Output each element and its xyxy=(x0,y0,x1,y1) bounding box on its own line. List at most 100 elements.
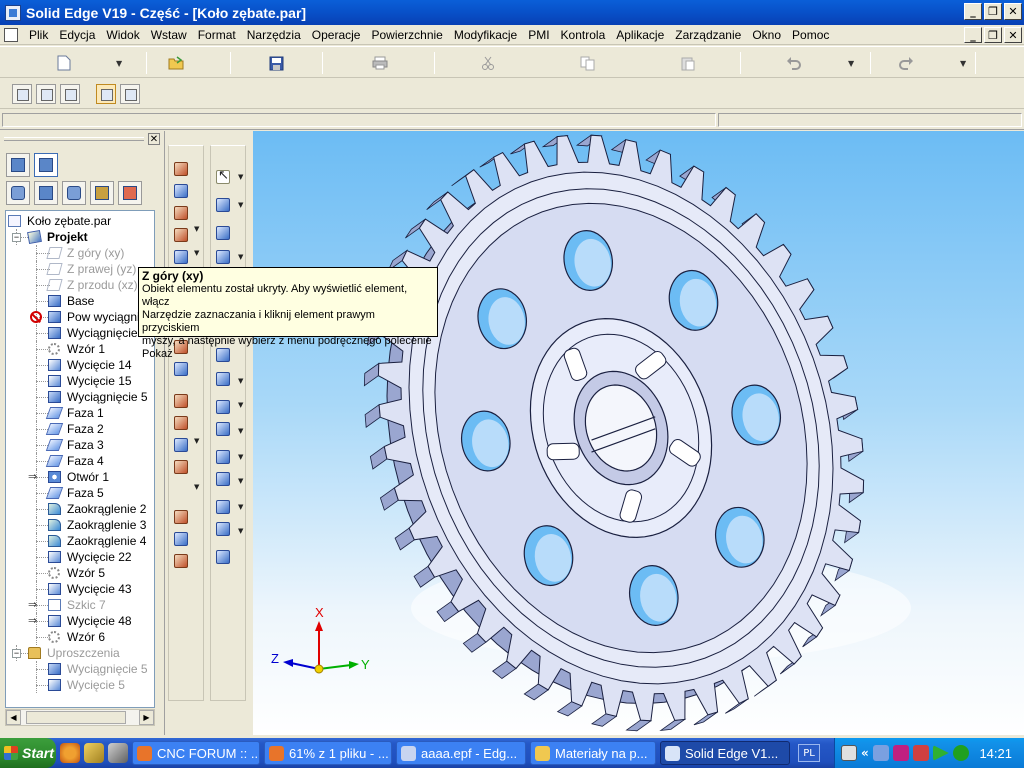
feature-tool-icon[interactable] xyxy=(214,449,232,465)
tree-item[interactable]: Pow wyciągnięcia xyxy=(6,309,154,325)
tool-dropdown-icon[interactable]: ▼ xyxy=(238,253,243,261)
undo-dropdown-icon[interactable]: ▼ xyxy=(848,59,854,68)
feature-tool-icon[interactable] xyxy=(214,499,232,515)
taskbar-task-button[interactable]: Materiały na p... xyxy=(530,741,656,765)
start-button[interactable]: Start xyxy=(0,738,56,768)
tool-dropdown-icon[interactable]: ▼ xyxy=(238,173,243,181)
feature-tool-icon[interactable] xyxy=(172,249,190,265)
tree-item[interactable]: Faza 3 xyxy=(6,437,154,453)
new-file-icon[interactable] xyxy=(56,55,72,71)
app2-quicklaunch-icon[interactable] xyxy=(108,743,128,763)
pane-tab-pathfinder-icon[interactable] xyxy=(34,153,58,177)
menu-widok[interactable]: Widok xyxy=(101,28,145,42)
doc-close-button[interactable]: ✕ xyxy=(1004,27,1022,43)
firefox-quicklaunch-icon[interactable] xyxy=(60,743,80,763)
feature-tool-icon[interactable] xyxy=(172,205,190,221)
tree-item[interactable]: Faza 5 xyxy=(6,485,154,501)
network-tray-icon[interactable] xyxy=(872,745,889,761)
pane-tab-family-icon[interactable] xyxy=(34,181,58,205)
feature-tool-icon[interactable] xyxy=(214,421,232,437)
tool-dropdown-icon[interactable]: ▼ xyxy=(238,427,243,435)
doc-restore-button[interactable]: ❐ xyxy=(984,27,1002,43)
feature-tool-icon[interactable] xyxy=(172,459,190,475)
new-dropdown-icon[interactable]: ▼ xyxy=(116,59,122,68)
app-quicklaunch-icon[interactable] xyxy=(84,743,104,763)
menu-okno[interactable]: Okno xyxy=(747,28,787,42)
menu-pmi[interactable]: PMI xyxy=(523,28,555,42)
tool-dropdown-icon[interactable]: ▼ xyxy=(238,377,243,385)
tree-item[interactable]: Zaokrąglenie 2 xyxy=(6,501,154,517)
tree-item[interactable]: Wzór 1 xyxy=(6,341,154,357)
redo-icon[interactable] xyxy=(898,55,914,71)
minimize-button[interactable]: _ xyxy=(964,3,982,20)
pane-tab-sensors-icon[interactable] xyxy=(62,181,86,205)
view-tool-3-icon[interactable] xyxy=(60,84,80,104)
feature-tool-icon[interactable] xyxy=(214,471,232,487)
tree-item[interactable]: Wycięcie 15 xyxy=(6,373,154,389)
taskbar-task-button[interactable]: 61% z 1 pliku - ... xyxy=(264,741,392,765)
tree-item[interactable]: Koło zębate.par xyxy=(6,213,154,229)
menu-aplikacje[interactable]: Aplikacje xyxy=(611,28,670,42)
menu-pomoc[interactable]: Pomoc xyxy=(787,28,835,42)
tray-expand-icon[interactable]: « xyxy=(861,746,869,760)
play-tray-icon[interactable] xyxy=(932,745,949,761)
feature-tool-icon[interactable] xyxy=(172,437,190,453)
app-tray-icon[interactable] xyxy=(892,745,909,761)
tree-item[interactable]: Wyciągnięcie 5 xyxy=(6,389,154,405)
doc-minimize-button[interactable]: _ xyxy=(964,27,982,43)
copy-icon[interactable] xyxy=(580,55,596,71)
tool-dropdown-icon[interactable]: ▼ xyxy=(194,225,199,233)
menu-zarzadzanie[interactable]: Zarządzanie xyxy=(670,28,747,42)
menu-narzedzia[interactable]: Narzędzia xyxy=(242,28,307,42)
tree-item[interactable]: Wyciągnięcie xyxy=(6,325,154,341)
view-tool-5-icon[interactable] xyxy=(120,84,140,104)
feature-tool-icon[interactable] xyxy=(214,249,232,265)
menu-format[interactable]: Format xyxy=(193,28,242,42)
tree-item[interactable]: Z prawej (yz) xyxy=(6,261,154,277)
tree-horizontal-scrollbar[interactable]: ◀ ▶ xyxy=(5,709,155,726)
restore-button[interactable]: ❐ xyxy=(984,3,1002,20)
close-button[interactable]: ✕ xyxy=(1004,3,1022,20)
tool-dropdown-icon[interactable]: ▼ xyxy=(238,201,243,209)
tree-item[interactable]: Z przodu (xz) xyxy=(6,277,154,293)
view-tool-1-icon[interactable] xyxy=(12,84,32,104)
feature-tool-icon[interactable] xyxy=(172,531,190,547)
pane-grip[interactable] xyxy=(4,137,144,141)
feature-tool-icon[interactable] xyxy=(172,361,190,377)
scroll-thumb[interactable] xyxy=(26,711,126,724)
tree-item[interactable]: − Uproszczenia xyxy=(6,645,154,661)
tree-item[interactable]: ⇒ Wycięcie 48 xyxy=(6,613,154,629)
open-folder-icon[interactable] xyxy=(168,55,184,71)
print-icon[interactable] xyxy=(372,55,388,71)
tool-dropdown-icon[interactable]: ▼ xyxy=(238,527,243,535)
tool-dropdown-icon[interactable]: ▼ xyxy=(238,401,243,409)
tree-item[interactable]: Wycięcie 43 xyxy=(6,581,154,597)
feature-tool-icon[interactable] xyxy=(172,553,190,569)
tree-item[interactable]: Wycięcie 22 xyxy=(6,549,154,565)
tree-item[interactable]: ⇒ Otwór 1 xyxy=(6,469,154,485)
menu-plik[interactable]: Plik xyxy=(24,28,54,42)
tree-item[interactable]: − Projekt xyxy=(6,229,154,245)
tool-dropdown-icon[interactable]: ▼ xyxy=(238,453,243,461)
feature-tool-icon[interactable] xyxy=(172,393,190,409)
tree-item[interactable]: Faza 1 xyxy=(6,405,154,421)
pane-tab-feature-library-icon[interactable] xyxy=(6,153,30,177)
undo-icon[interactable] xyxy=(786,55,802,71)
scroll-left-button[interactable]: ◀ xyxy=(6,710,21,725)
view-tool-2-icon[interactable] xyxy=(36,84,56,104)
menu-wstaw[interactable]: Wstaw xyxy=(146,28,193,42)
feature-tool-icon[interactable] xyxy=(214,399,232,415)
tree-item[interactable]: Wycięcie 14 xyxy=(6,357,154,373)
save-icon[interactable] xyxy=(268,55,284,71)
feature-tool-icon[interactable] xyxy=(214,549,232,565)
keyboard-tray-icon[interactable] xyxy=(841,745,857,761)
taskbar-task-button[interactable]: aaaa.epf - Edg... xyxy=(396,741,526,765)
tool-dropdown-icon[interactable]: ▼ xyxy=(238,477,243,485)
tree-item[interactable]: Zaokrąglenie 4 xyxy=(6,533,154,549)
feature-tool-icon[interactable] xyxy=(214,521,232,537)
scroll-right-button[interactable]: ▶ xyxy=(139,710,154,725)
feature-tool-icon[interactable] xyxy=(172,227,190,243)
check-tray-icon[interactable] xyxy=(952,745,969,761)
document-icon[interactable] xyxy=(4,27,18,42)
tree-item[interactable]: Wycięcie 5 xyxy=(6,677,154,693)
